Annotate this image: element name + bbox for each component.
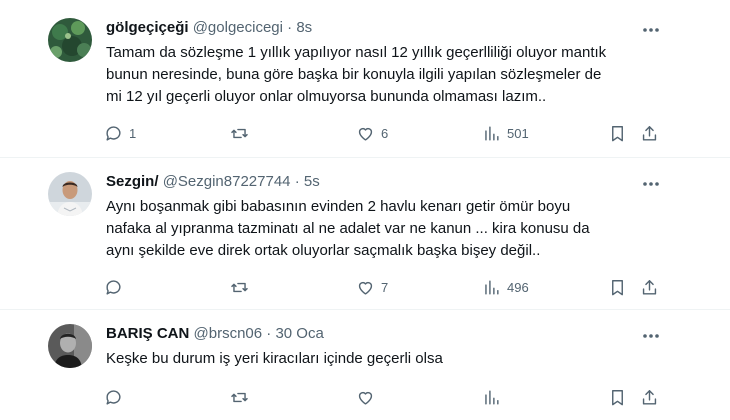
avatar-image — [48, 324, 92, 368]
display-name[interactable]: Sezgin/ — [106, 173, 159, 190]
avatar[interactable] — [48, 18, 92, 62]
reply-icon — [106, 125, 121, 141]
timestamp[interactable]: 5s — [304, 173, 320, 190]
reply-button[interactable] — [104, 276, 129, 298]
bookmark-button[interactable] — [608, 276, 627, 298]
tweet[interactable]: gölgeçiçeği @golgecicegi · 8s Tamam da s… — [0, 0, 730, 158]
views-bar-chart-icon — [485, 279, 499, 295]
retweet-icon — [231, 392, 248, 402]
like-count: 6 — [381, 125, 389, 141]
bookmark-icon — [612, 279, 623, 295]
views-button[interactable] — [482, 386, 507, 408]
bookmark-button[interactable] — [608, 122, 627, 144]
retweet-icon — [231, 128, 248, 138]
reply-icon — [106, 279, 121, 295]
avatar[interactable] — [48, 324, 92, 368]
like-count: 7 — [381, 279, 389, 295]
tweet[interactable]: BARIŞ CAN @brscn06 · 30 Oca Keşke bu dur… — [0, 310, 730, 420]
separator-dot: · — [266, 325, 272, 342]
tweet[interactable]: Sezgin/ @Sezgin87227744 · 5s Aynı boşanm… — [0, 158, 730, 310]
retweet-button[interactable] — [230, 122, 255, 144]
display-name[interactable]: BARIŞ CAN — [106, 325, 189, 342]
share-button[interactable] — [640, 122, 659, 144]
views-bar-chart-icon — [485, 389, 499, 405]
views-button[interactable]: 496 — [482, 276, 529, 298]
tweet-header: BARIŞ CAN @brscn06 · 30 Oca — [106, 324, 324, 344]
bookmark-button[interactable] — [608, 386, 627, 408]
like-button[interactable]: 7 — [356, 276, 388, 298]
separator-dot: · — [294, 173, 300, 190]
tweet-actions: 7 496 — [104, 276, 664, 298]
heart-icon — [358, 127, 373, 141]
share-icon — [642, 125, 657, 141]
retweet-icon — [231, 282, 248, 292]
reply-count: 1 — [129, 125, 137, 141]
share-button[interactable] — [640, 386, 659, 408]
bookmark-icon — [612, 389, 623, 405]
more-horizontal-icon[interactable] — [640, 20, 662, 40]
tweet-actions — [104, 386, 664, 408]
like-button[interactable] — [356, 386, 381, 408]
bookmark-icon — [612, 125, 623, 141]
avatar[interactable] — [48, 172, 92, 216]
share-icon — [642, 389, 657, 405]
heart-icon — [358, 281, 373, 295]
avatar-image — [48, 18, 92, 62]
reply-icon — [106, 389, 121, 405]
reply-button[interactable] — [104, 386, 129, 408]
views-button[interactable]: 501 — [482, 122, 529, 144]
tweet-header: gölgeçiçeği @golgecicegi · 8s — [106, 18, 312, 38]
tweet-feed: gölgeçiçeği @golgecicegi · 8s Tamam da s… — [0, 0, 730, 420]
tweet-text: Tamam da sözleşme 1 yıllık yapılıyor nas… — [106, 44, 607, 105]
timestamp[interactable]: 30 Oca — [275, 325, 323, 342]
handle[interactable]: @brscn06 — [194, 325, 263, 342]
handle[interactable]: @Sezgin87227744 — [163, 173, 291, 190]
views-count: 496 — [507, 279, 529, 295]
avatar-image — [48, 172, 92, 216]
retweet-button[interactable] — [230, 386, 255, 408]
handle[interactable]: @golgecicegi — [193, 19, 283, 36]
separator-dot: · — [287, 19, 293, 36]
heart-icon — [358, 391, 373, 405]
timestamp[interactable]: 8s — [296, 19, 312, 36]
tweet-header: Sezgin/ @Sezgin87227744 · 5s — [106, 172, 320, 192]
retweet-button[interactable] — [230, 276, 255, 298]
share-icon — [642, 279, 657, 295]
reply-button[interactable]: 1 — [104, 122, 136, 144]
like-button[interactable]: 6 — [356, 122, 388, 144]
more-horizontal-icon[interactable] — [640, 326, 662, 346]
tweet-actions: 1 6 501 — [104, 122, 664, 144]
more-horizontal-icon[interactable] — [640, 174, 662, 194]
views-count: 501 — [507, 125, 529, 141]
display-name[interactable]: gölgeçiçeği — [106, 19, 189, 36]
tweet-text: Aynı boşanmak gibi babasının evinden 2 h… — [106, 198, 590, 259]
share-button[interactable] — [640, 276, 659, 298]
views-bar-chart-icon — [485, 125, 499, 141]
tweet-text: Keşke bu durum iş yeri kiracıları içinde… — [106, 350, 443, 367]
